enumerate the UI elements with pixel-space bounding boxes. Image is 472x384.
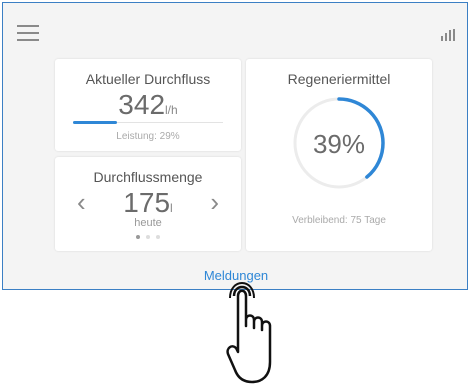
flow-amount-period: heute [134,217,162,229]
current-flow-unit: l/h [165,103,178,117]
flow-amount-number: 175 [123,187,171,218]
performance-bar [73,121,223,124]
page-dot[interactable] [136,235,140,239]
tap-hand-icon [226,282,272,384]
current-flow-card[interactable]: Aktueller Durchfluss 342l/h Leistung: 29… [55,59,241,151]
page-indicator [55,235,241,239]
regenerant-title: Regeneriermittel [287,71,391,87]
performance-bar-fill [73,121,117,124]
signal-strength-icon [441,29,455,41]
current-flow-title: Aktueller Durchfluss [85,71,211,87]
hamburger-menu-icon[interactable] [17,25,39,41]
current-flow-value: 342l/h [55,89,241,121]
page-dot[interactable] [156,235,160,239]
performance-label: Leistung: 29% [116,131,180,142]
current-flow-number: 342 [118,89,166,120]
regenerant-percent: 39% [312,129,366,159]
page-dot[interactable] [146,235,150,239]
flow-amount-title: Durchflussmenge [93,169,203,185]
flow-amount-value: 175l [55,187,241,219]
flow-amount-card[interactable]: Durchflussmenge ‹ › 175l heute [55,157,241,251]
regenerant-card[interactable]: Regeneriermittel 39% Verbleibend: 75 Tag… [246,59,432,251]
device-screen: Aktueller Durchfluss 342l/h Leistung: 29… [2,2,468,290]
flow-amount-unit: l [170,201,173,215]
remaining-days-label: Verbleibend: 75 Tage [292,215,386,226]
